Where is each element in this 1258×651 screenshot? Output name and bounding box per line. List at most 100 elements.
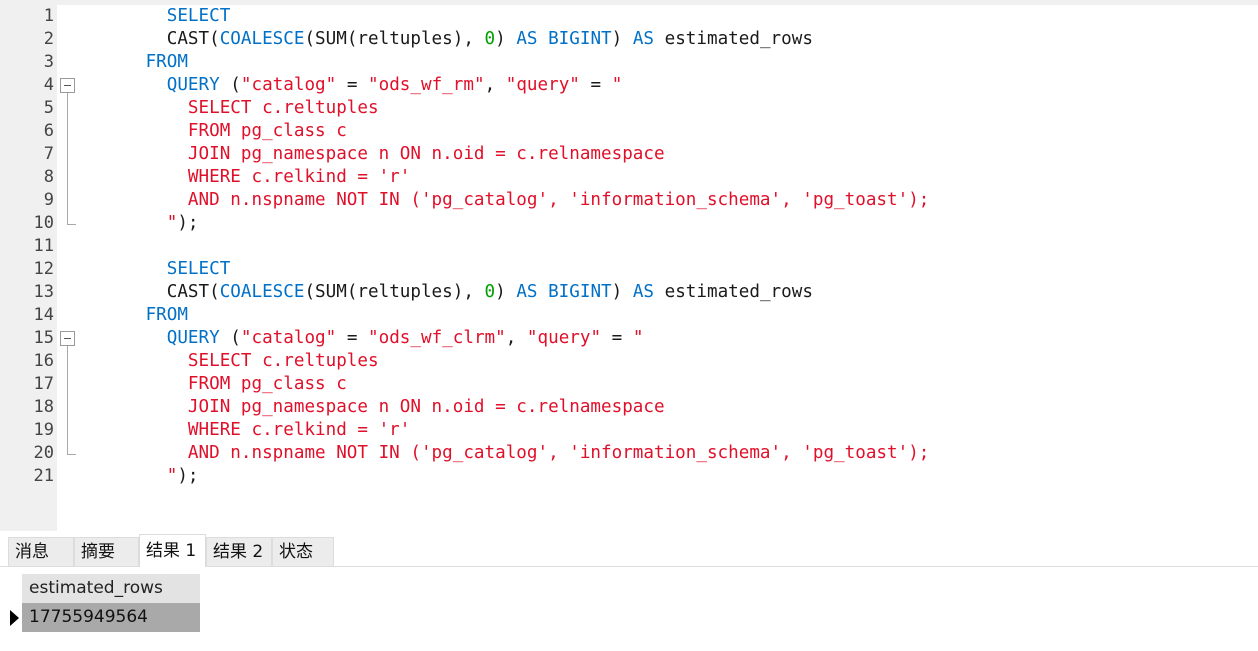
result-cell-estimated-rows[interactable]: 17755949564 xyxy=(22,603,200,632)
code-line[interactable]: 11 xyxy=(0,235,1258,258)
code-line[interactable]: 21 "); xyxy=(0,465,1258,488)
code-token: AND n.nspname NOT IN ('pg_catalog', 'inf… xyxy=(82,190,930,210)
line-number: 15 xyxy=(33,328,54,348)
code-line[interactable]: 19 WHERE c.relkind = 'r' xyxy=(0,419,1258,442)
code-text[interactable]: CAST(COALESCE(SUM(reltuples), 0) AS BIGI… xyxy=(82,28,813,51)
code-token: QUERY xyxy=(166,75,220,95)
tab-result-1[interactable]: 结果 1 xyxy=(139,534,206,567)
code-text[interactable]: SELECT xyxy=(82,5,231,28)
code-line[interactable]: 12 SELECT xyxy=(0,258,1258,281)
code-line[interactable]: 10 "); xyxy=(0,212,1258,235)
code-token: "ods_wf_clrm" xyxy=(368,328,506,348)
fold-end-marker xyxy=(67,454,76,455)
code-text[interactable]: "); xyxy=(82,212,199,235)
code-line[interactable]: 20 AND n.nspname NOT IN ('pg_catalog', '… xyxy=(0,442,1258,465)
line-number: 5 xyxy=(43,98,54,118)
code-token: WHERE c.relkind = 'r' xyxy=(82,167,411,187)
line-number: 13 xyxy=(33,282,54,302)
fold-guide-line xyxy=(67,373,68,396)
code-text[interactable]: WHERE c.relkind = 'r' xyxy=(82,166,410,189)
column-header-estimated-rows[interactable]: estimated_rows xyxy=(22,574,200,603)
tab-result-2[interactable]: 结果 2 xyxy=(206,537,272,566)
code-line[interactable]: 14 FROM xyxy=(0,304,1258,327)
code-line[interactable]: 9 AND n.nspname NOT IN ('pg_catalog', 'i… xyxy=(0,189,1258,212)
code-token: ) xyxy=(495,282,517,302)
code-line[interactable]: 7 JOIN pg_namespace n ON n.oid = c.relna… xyxy=(0,143,1258,166)
code-token: JOIN pg_namespace n ON n.oid = c.relname… xyxy=(82,144,665,164)
code-text[interactable]: JOIN pg_namespace n ON n.oid = c.relname… xyxy=(82,143,665,166)
tab-summary[interactable]: 摘要 xyxy=(74,537,139,566)
line-number: 11 xyxy=(33,236,54,256)
line-number: 1 xyxy=(43,6,54,26)
code-token: = xyxy=(336,75,369,95)
code-line[interactable]: 5 SELECT c.reltuples xyxy=(0,97,1258,120)
fold-guide-line xyxy=(67,419,68,442)
code-text[interactable]: FROM xyxy=(82,51,188,74)
code-text[interactable]: SELECT c.reltuples xyxy=(82,350,379,373)
sql-editor[interactable]: 1 SELECT 2 CAST(COALESCE(SUM(reltuples), … xyxy=(0,0,1258,531)
code-token: AS xyxy=(632,282,655,302)
code-text[interactable]: "); xyxy=(82,465,199,488)
fold-guide-line xyxy=(67,143,68,166)
fold-guide-line xyxy=(67,166,68,189)
code-token: ( xyxy=(219,75,241,95)
code-text[interactable]: AND n.nspname NOT IN ('pg_catalog', 'inf… xyxy=(82,189,929,212)
code-text[interactable]: WHERE c.relkind = 'r' xyxy=(82,419,410,442)
code-text[interactable]: FROM pg_class c xyxy=(82,120,347,143)
fold-end-marker xyxy=(67,224,76,225)
code-line[interactable]: 15 QUERY ("catalog" = "ods_wf_clrm", "qu… xyxy=(0,327,1258,350)
code-line[interactable]: 2 CAST(COALESCE(SUM(reltuples), 0) AS BI… xyxy=(0,28,1258,51)
code-line[interactable]: 13 CAST(COALESCE(SUM(reltuples), 0) AS B… xyxy=(0,281,1258,304)
tab-status[interactable]: 状态 xyxy=(272,537,334,566)
code-text[interactable]: FROM xyxy=(82,304,188,327)
code-text[interactable]: JOIN pg_namespace n ON n.oid = c.relname… xyxy=(82,396,665,419)
code-token: ) xyxy=(611,29,633,49)
tab-messages[interactable]: 消息 xyxy=(8,537,74,566)
code-token: estimated_rows xyxy=(654,282,813,302)
code-token: "catalog" xyxy=(240,328,337,348)
code-token: (SUM(reltuples), xyxy=(304,29,485,49)
fold-guide-line xyxy=(67,350,68,373)
code-token: FROM xyxy=(145,52,188,72)
code-line[interactable]: 8 WHERE c.relkind = 'r' xyxy=(0,166,1258,189)
code-line[interactable]: 1 SELECT xyxy=(0,5,1258,28)
code-line[interactable]: 4 QUERY ("catalog" = "ods_wf_rm", "query… xyxy=(0,74,1258,97)
code-token: ) xyxy=(495,29,517,49)
code-text[interactable]: FROM pg_class c xyxy=(82,373,347,396)
code-token: = xyxy=(336,328,369,348)
code-line[interactable]: 3 FROM xyxy=(0,51,1258,74)
code-text[interactable]: QUERY ("catalog" = "ods_wf_rm", "query" … xyxy=(82,74,623,97)
code-text[interactable]: CAST(COALESCE(SUM(reltuples), 0) AS BIGI… xyxy=(82,281,813,304)
fold-guide-line xyxy=(67,212,68,224)
code-token: FROM xyxy=(145,305,188,325)
code-token: ); xyxy=(177,213,199,233)
code-text[interactable]: SELECT xyxy=(82,258,231,281)
code-line[interactable]: 17 FROM pg_class c xyxy=(0,373,1258,396)
code-token: " xyxy=(632,328,644,348)
code-token: AND n.nspname NOT IN ('pg_catalog', 'inf… xyxy=(82,443,930,463)
code-line[interactable]: 16 SELECT c.reltuples xyxy=(0,350,1258,373)
fold-collapse-icon[interactable] xyxy=(60,78,75,93)
line-number: 16 xyxy=(33,351,54,371)
code-token: (SUM(reltuples), xyxy=(304,282,485,302)
fold-guide-line xyxy=(67,189,68,212)
code-line[interactable]: 18 JOIN pg_namespace n ON n.oid = c.reln… xyxy=(0,396,1258,419)
fold-collapse-icon[interactable] xyxy=(60,331,75,346)
code-token: AS xyxy=(632,29,655,49)
line-number: 20 xyxy=(33,443,54,463)
code-line[interactable]: 6 FROM pg_class c xyxy=(0,120,1258,143)
code-text[interactable]: AND n.nspname NOT IN ('pg_catalog', 'inf… xyxy=(82,442,929,465)
code-token: SELECT c.reltuples xyxy=(82,98,379,118)
line-number: 4 xyxy=(43,75,54,95)
code-text[interactable]: QUERY ("catalog" = "ods_wf_clrm", "query… xyxy=(82,327,644,350)
code-token: , xyxy=(484,75,506,95)
fold-guide-line xyxy=(67,442,68,454)
code-token: "ods_wf_rm" xyxy=(368,75,485,95)
code-token: " xyxy=(166,213,178,233)
code-token: CAST( xyxy=(82,282,220,302)
code-text[interactable]: SELECT c.reltuples xyxy=(82,97,379,120)
fold-guide-line xyxy=(67,120,68,143)
